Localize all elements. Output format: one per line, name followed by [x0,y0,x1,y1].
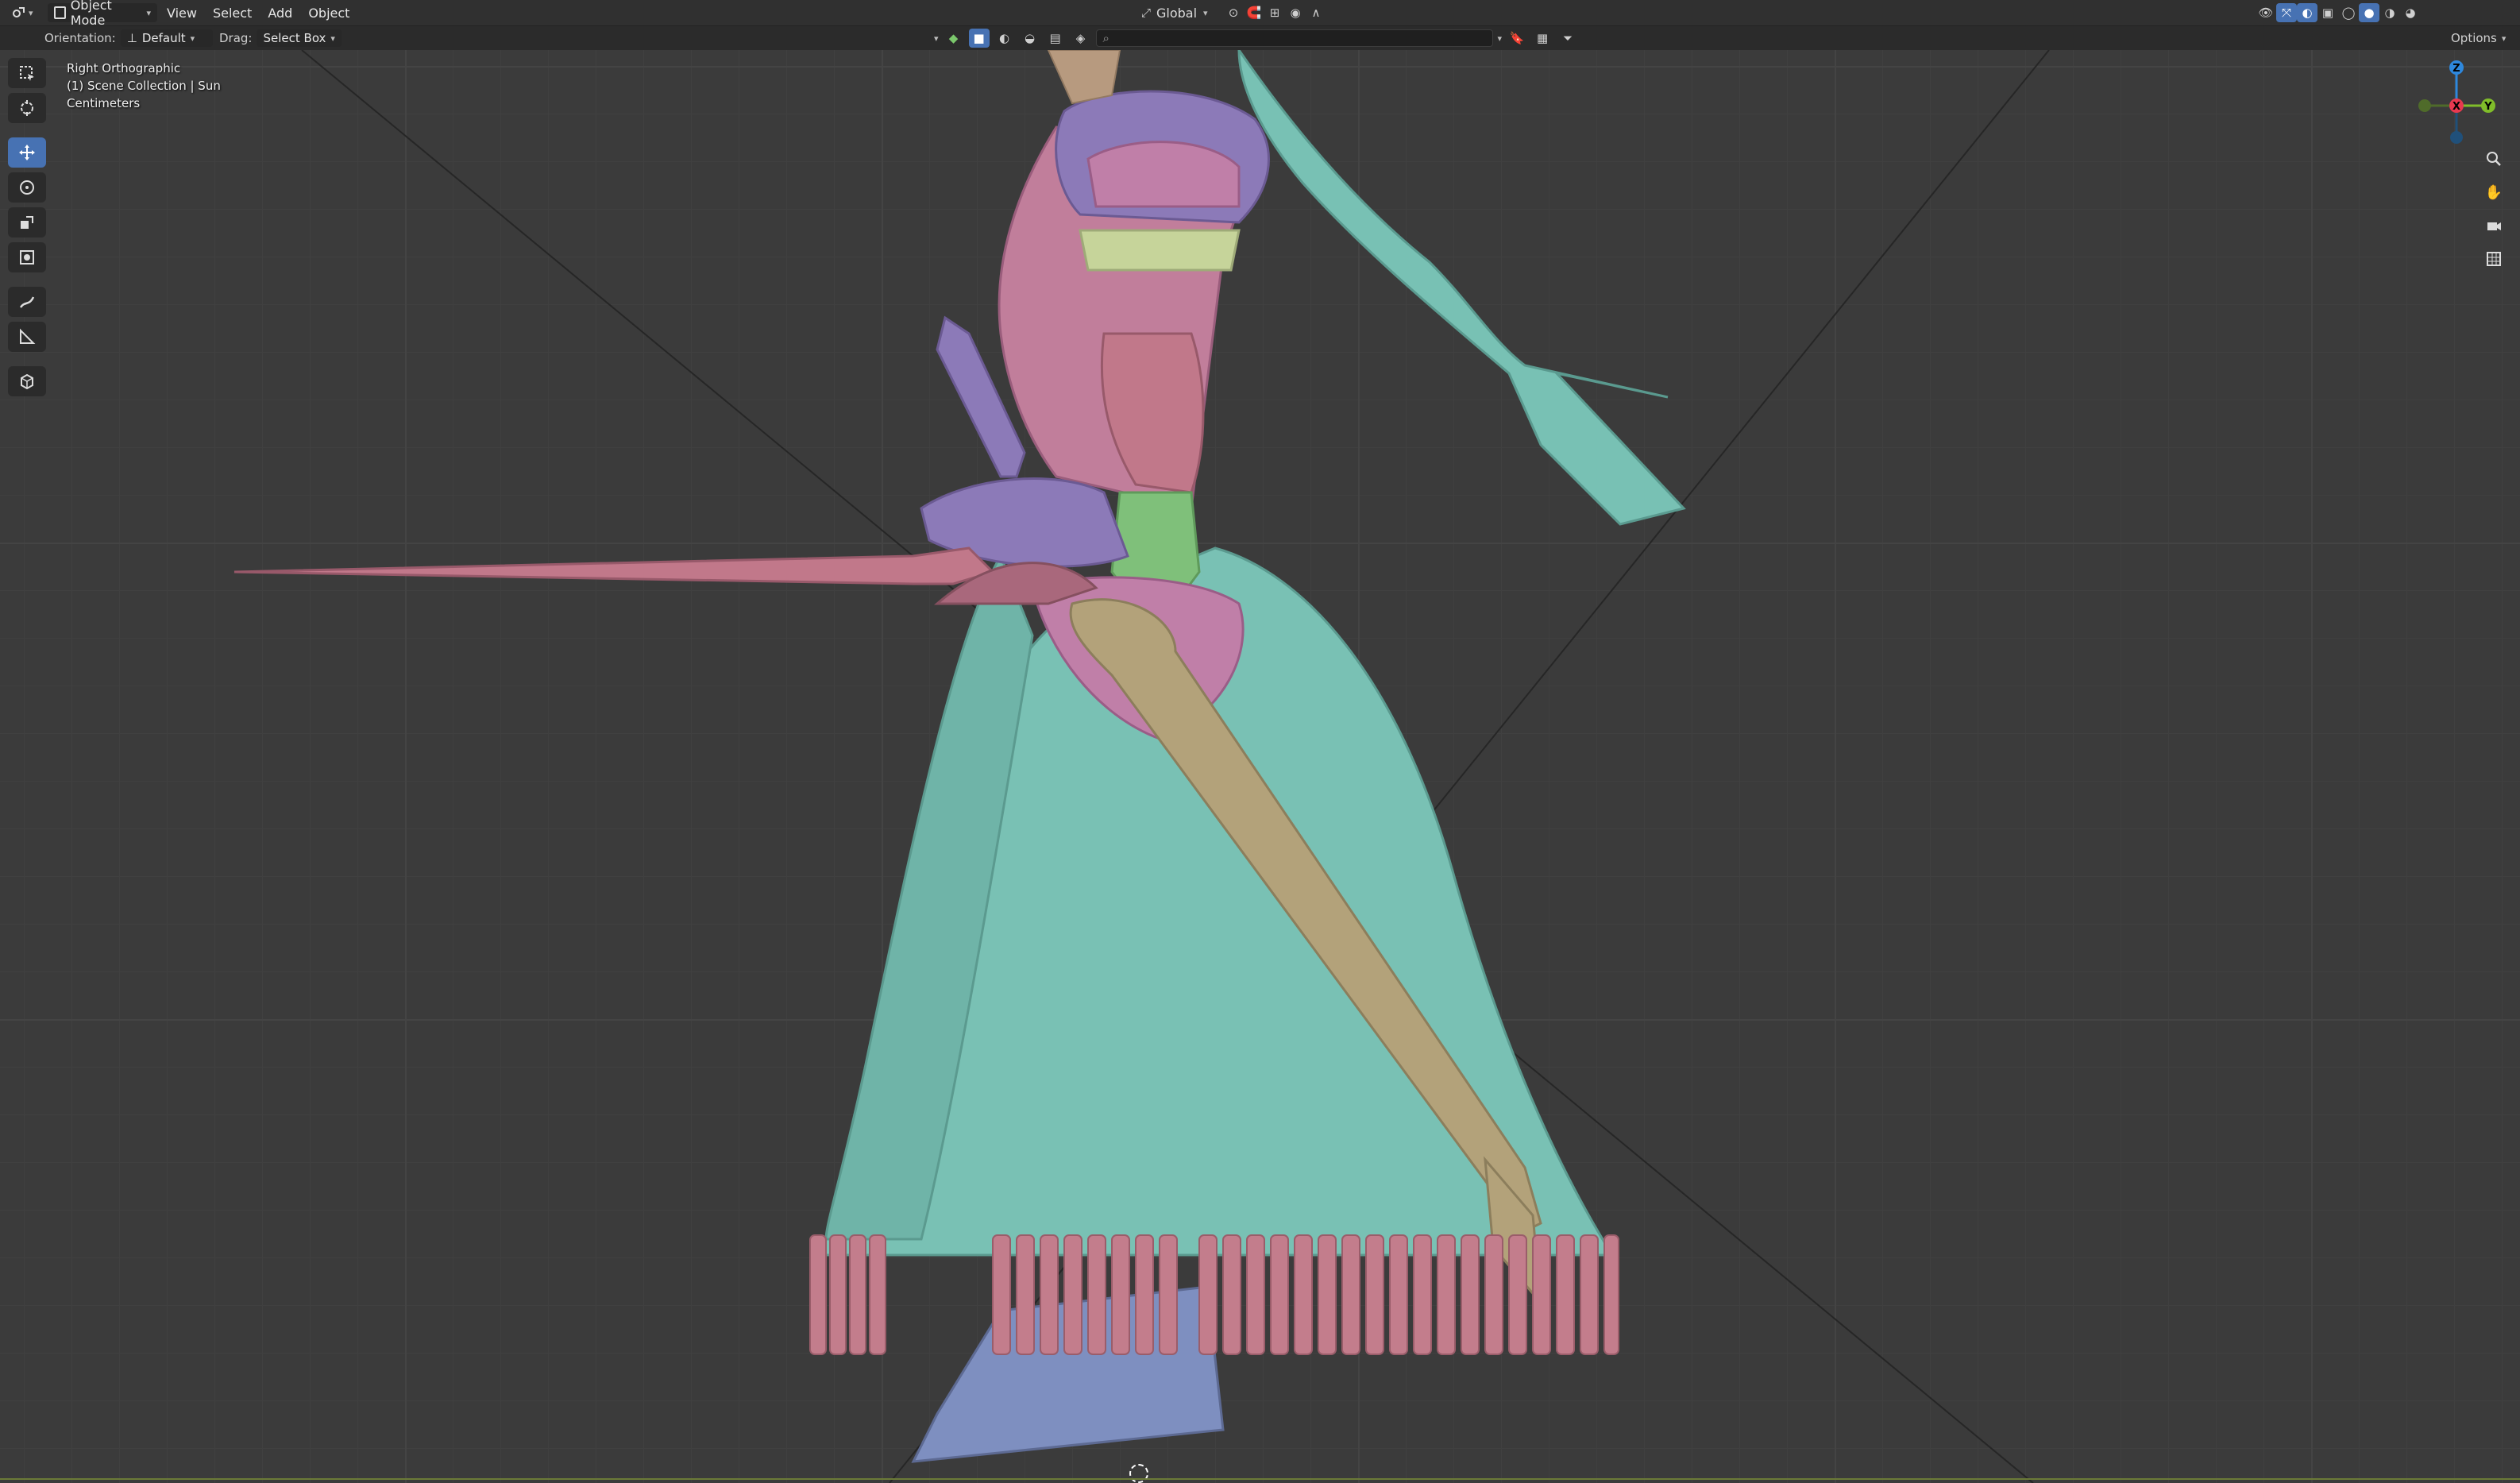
navigation-buttons: ✋ [2480,145,2507,272]
snap-target-icon[interactable]: ⊞ [1264,3,1285,22]
solid-shading-icon[interactable]: ● [2359,3,2379,22]
viewport-header: ▾ Object Mode ▾ View Select Add Object ⤢… [0,0,2520,28]
chevron-down-icon: ▾ [146,7,151,18]
pivot-point-icon[interactable]: ⊙ [1223,3,1244,22]
axes-icon: ⊥ [126,31,137,45]
scale-icon[interactable] [8,207,46,238]
search-input[interactable]: ⌕ [1095,29,1493,47]
chevron-down-icon: ▾ [2501,33,2506,44]
viewport-info-overlay: Right Orthographic (1) Scene Collection … [67,60,221,112]
chevron-down-icon: ▾ [1203,7,1208,18]
select-mode-icon[interactable]: ■ [968,29,990,48]
shading-icon[interactable]: ◐ [994,29,1015,48]
search-icon: ⌕ [1102,31,1109,45]
pan-hand-icon[interactable]: ✋ [2480,179,2507,206]
rotate-icon[interactable] [8,172,46,203]
filter-icon[interactable]: ⏷ [1557,29,1578,48]
navigation-gizmo[interactable]: Z X Y [2409,58,2504,153]
drag-dropdown[interactable]: Select Box ▾ [257,29,342,47]
orientation-value: Default [141,31,186,45]
camera-view-icon[interactable] [2480,212,2507,239]
bookmark-icon[interactable]: 🔖 [1507,29,1527,48]
mode-dropdown[interactable]: Object Mode ▾ [48,0,157,28]
left-toolbar [8,58,49,396]
rendered-shading-icon[interactable]: ◕ [2400,3,2421,22]
tool-settings-bar: Orientation: ⊥ Default ▾ Drag: Select Bo… [0,26,2520,50]
zoom-icon[interactable] [2480,145,2507,172]
drag-value: Select Box [263,31,326,45]
menu-add[interactable]: Add [260,6,300,21]
random-icon[interactable]: ◈ [1071,29,1091,48]
view-name-text: Right Orthographic [67,61,181,75]
falloff-icon[interactable]: ∧ [1306,3,1326,22]
snap-icon[interactable]: 🧲 [1244,3,1264,22]
units-text: Centimeters [67,96,141,110]
matcap-icon[interactable]: ◒ [1020,29,1040,48]
chevron-down-icon: ▾ [190,33,195,44]
gizmo-y-label: Y [2483,101,2492,113]
3d-viewport[interactable]: Right Orthographic (1) Scene Collection … [0,50,2520,1483]
select-box-icon[interactable] [8,58,46,88]
menu-object[interactable]: Object [300,6,357,21]
options-button[interactable]: Options [2451,31,2497,45]
cursor-icon[interactable] [8,93,46,123]
chevron-down-icon: ▾ [29,7,33,18]
3d-viewport-icon [8,3,29,22]
gizmo-toggle-icon[interactable]: ⤧ [2276,3,2297,22]
3d-cursor[interactable] [1129,1464,1148,1483]
orientation-label: Orientation: [44,31,116,45]
transform-orientation-label: Global [1156,5,1198,21]
overlay-toggle-icon[interactable]: ◐ [2297,3,2317,22]
character-model[interactable] [0,50,2520,1483]
floor-axis-line [0,1478,2520,1480]
gizmo-x-label: X [2452,101,2460,113]
orientation-icon: ⤢ [1140,6,1151,20]
proportional-edit-icon[interactable]: ◉ [1285,3,1306,22]
chevron-down-icon: ▾ [330,33,335,44]
menu-view[interactable]: View [159,6,205,21]
editor-type-button[interactable]: ▾ [8,3,33,22]
object-mode-icon [54,6,66,19]
chevron-down-icon[interactable]: ▾ [934,33,939,44]
texture-icon[interactable]: ▤ [1045,29,1066,48]
menu-select[interactable]: Select [205,6,260,21]
gizmo-z-label: Z [2452,63,2460,75]
transform-orientation-dropdown[interactable]: ⤢ Global ▾ [1136,3,1208,22]
orientation-dropdown[interactable]: ⊥ Default ▾ [120,29,213,47]
material-shading-icon[interactable]: ◑ [2379,3,2400,22]
add-cube-icon[interactable] [8,366,46,396]
view-layout-icon[interactable]: ▦ [1532,29,1553,48]
collection-info-text: (1) Scene Collection | Sun [67,79,221,93]
drag-label: Drag: [219,31,253,45]
transform-icon[interactable] [8,242,46,272]
measure-icon[interactable] [8,322,46,352]
annotate-icon[interactable] [8,287,46,317]
mode-label: Object Mode [70,0,112,28]
perspective-toggle-icon[interactable] [2480,245,2507,272]
move-icon[interactable] [8,137,46,168]
wireframe-shading-icon[interactable]: ◯ [2338,3,2359,22]
xray-icon[interactable]: ▣ [2317,3,2338,22]
chevron-down-icon[interactable]: ▾ [1498,33,1503,44]
visibility-icon[interactable]: 👁 [2256,3,2276,22]
collection-color-icon[interactable]: ◆ [944,29,964,48]
